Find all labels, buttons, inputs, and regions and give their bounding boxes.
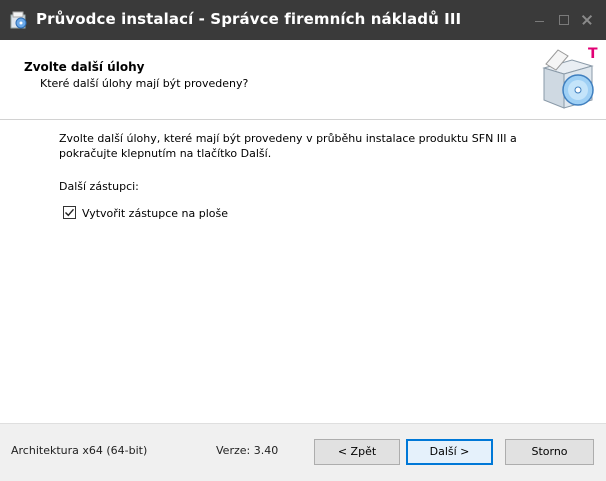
description-line: pokračujte klepnutím na tlačítko Další. bbox=[59, 147, 272, 160]
wizard-body bbox=[0, 120, 606, 423]
desktop-shortcut-checkbox[interactable] bbox=[63, 206, 76, 219]
shortcuts-group-label: Další zástupci: bbox=[59, 180, 139, 193]
back-button[interactable]: < Zpět bbox=[314, 439, 400, 465]
page-subtitle: Které další úlohy mají být provedeny? bbox=[40, 77, 249, 90]
maximize-icon[interactable] bbox=[556, 13, 572, 27]
wizard-footer: Architektura x64 (64-bit) Verze: 3.40 < … bbox=[0, 423, 606, 481]
page-title: Zvolte další úlohy bbox=[24, 60, 145, 74]
description: Zvolte další úlohy, které mají být prove… bbox=[59, 131, 559, 161]
next-button[interactable]: Další > bbox=[406, 439, 493, 465]
close-icon[interactable] bbox=[580, 13, 596, 27]
desktop-shortcut-label[interactable]: Vytvořit zástupce na ploše bbox=[82, 207, 228, 220]
checkmark-icon bbox=[65, 208, 75, 217]
cancel-button[interactable]: Storno bbox=[505, 439, 594, 465]
minimize-icon[interactable] bbox=[532, 13, 548, 27]
installer-app-icon bbox=[9, 10, 29, 30]
window-title: Průvodce instalací - Správce firemních n… bbox=[36, 10, 462, 28]
title-bar[interactable]: Průvodce instalací - Správce firemních n… bbox=[0, 0, 606, 40]
svg-text:T: T bbox=[588, 46, 598, 62]
setup-box-icon: T bbox=[538, 44, 598, 114]
description-line: Zvolte další úlohy, které mají být prove… bbox=[59, 132, 517, 145]
wizard-header: Zvolte další úlohy Které další úlohy maj… bbox=[0, 40, 606, 120]
version-label: Verze: 3.40 bbox=[216, 444, 279, 457]
architecture-label: Architektura x64 (64-bit) bbox=[11, 444, 148, 457]
